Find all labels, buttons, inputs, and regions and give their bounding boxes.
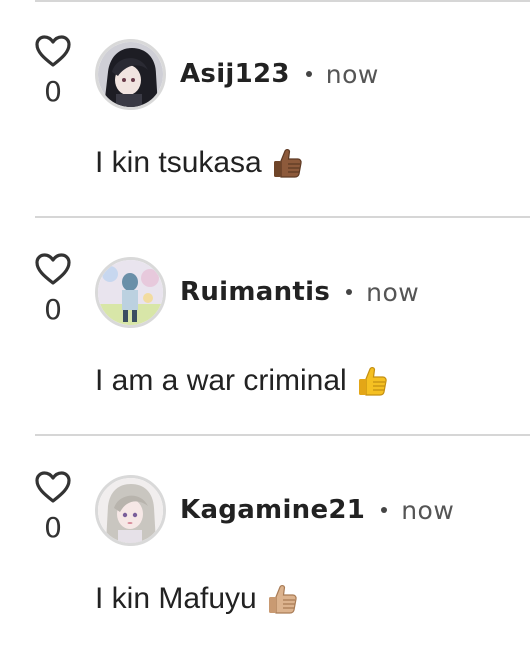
timestamp: now (401, 495, 455, 525)
like-count: 0 (44, 293, 62, 326)
comment-meta: Ruimantis now (180, 274, 419, 310)
separator-dot (381, 507, 388, 513)
comment-text: I am a war criminal (95, 364, 347, 397)
heart-icon[interactable] (34, 34, 72, 68)
separator-dot (346, 289, 353, 295)
heart-icon[interactable] (34, 252, 72, 286)
separator-dot (305, 71, 312, 77)
timestamp: now (366, 277, 420, 307)
thumbs-up-icon (273, 148, 302, 178)
avatar[interactable] (95, 257, 166, 328)
comment-text: I kin Mafuyu (95, 582, 257, 615)
comment-body: I kin Mafuyu (95, 582, 299, 616)
avatar-silver-hair-icon (98, 478, 163, 543)
comment-meta: Kagamine21 now (180, 492, 454, 528)
comment-item: 0 Ruimantis now I am a war criminal (0, 218, 530, 436)
thumbs-up-icon (358, 366, 387, 396)
comment-item: 0 Asij123 now I kin tsukasa (0, 0, 530, 218)
timestamp: now (325, 59, 379, 89)
avatar[interactable] (95, 475, 166, 546)
comment-body: I am a war criminal (95, 364, 389, 398)
like-count: 0 (44, 75, 62, 108)
avatar-pastel-figure-icon (98, 260, 163, 325)
like-control: 0 (34, 470, 74, 550)
like-count: 0 (44, 511, 62, 544)
username-link[interactable]: Asij123 (180, 59, 290, 89)
avatar[interactable] (95, 39, 166, 110)
thumbs-up-icon (268, 584, 297, 614)
username-link[interactable]: Ruimantis (180, 277, 330, 307)
like-control: 0 (34, 252, 74, 332)
like-control: 0 (34, 34, 74, 114)
comment-meta: Asij123 now (180, 56, 379, 92)
heart-icon[interactable] (34, 470, 72, 504)
comment-item: 0 Kagamine21 now I kin Mafuyu (0, 436, 530, 654)
avatar-dark-hair-icon (98, 42, 163, 107)
username-link[interactable]: Kagamine21 (180, 495, 365, 525)
comment-text: I kin tsukasa (95, 146, 262, 179)
comment-body: I kin tsukasa (95, 146, 304, 180)
